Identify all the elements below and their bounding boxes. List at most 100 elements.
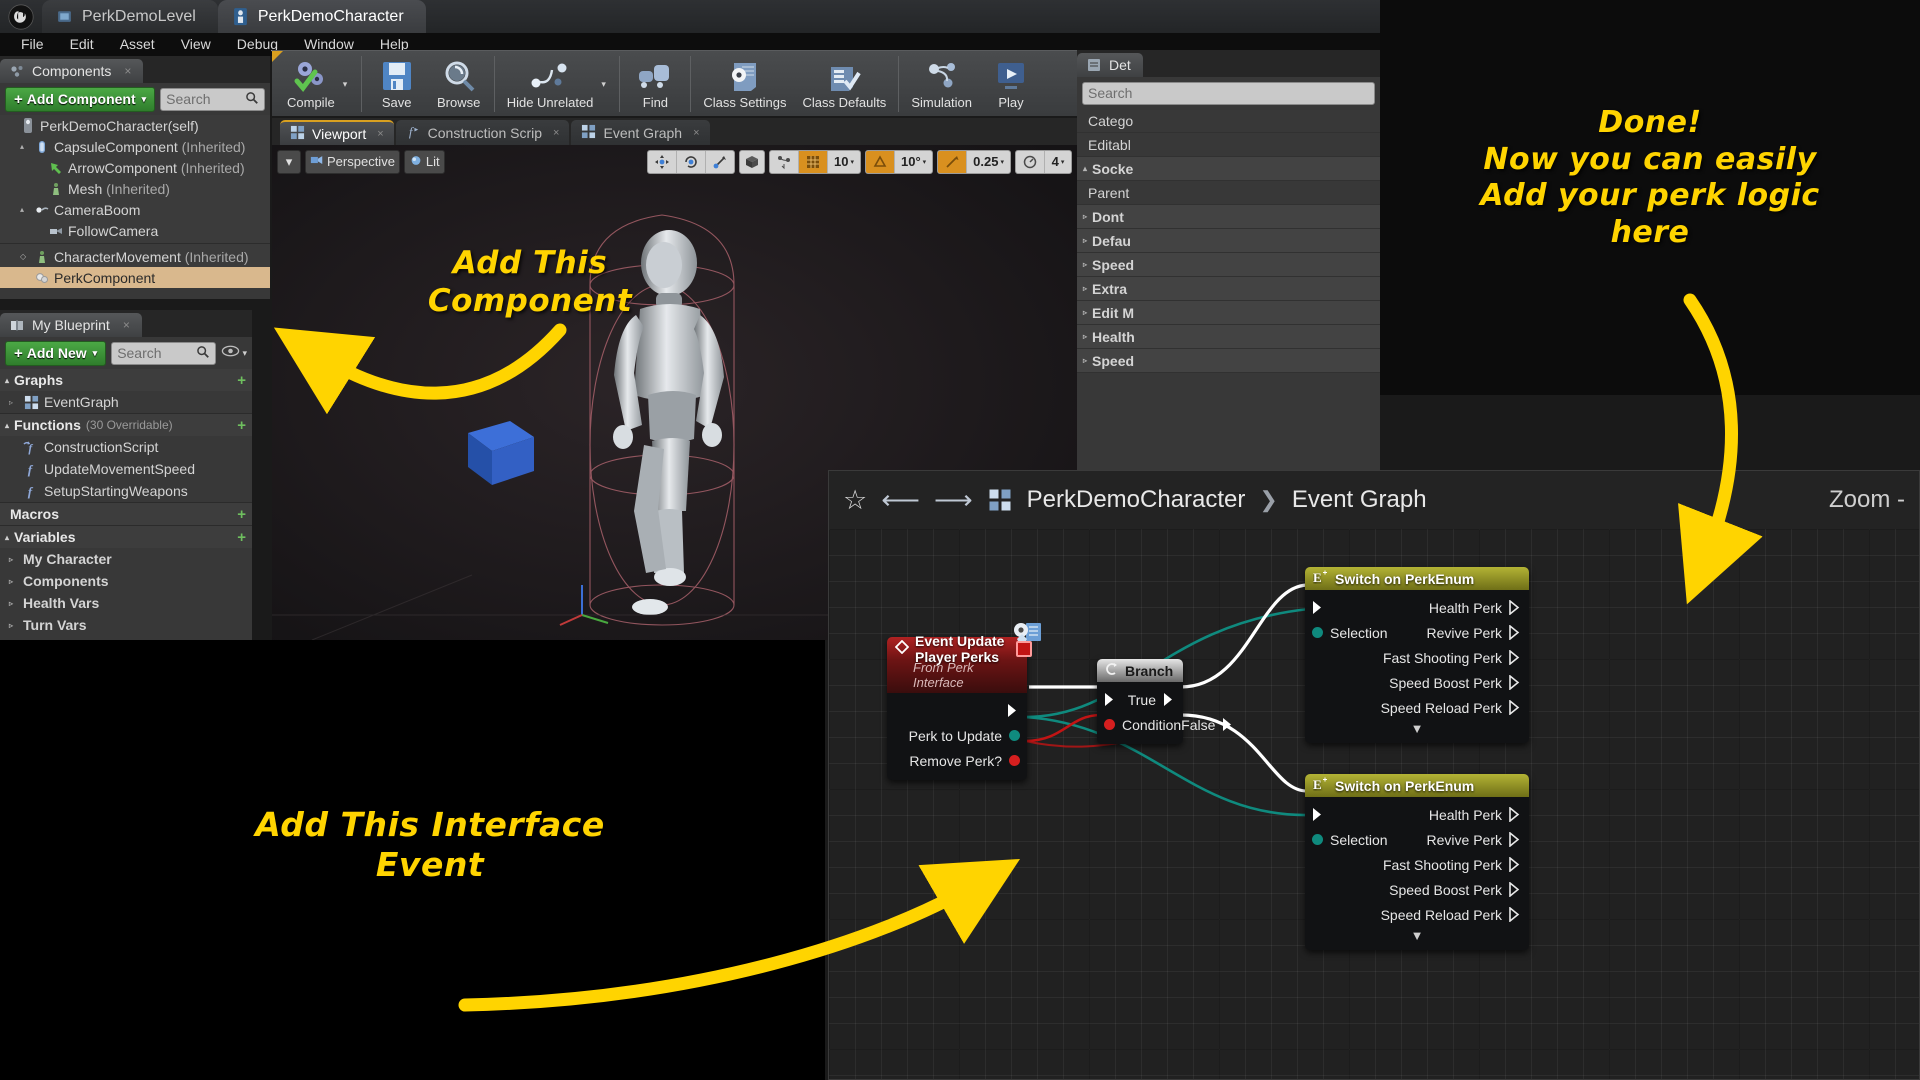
exec-pin-icon[interactable] (1509, 699, 1522, 716)
blueprint-list-item[interactable]: f SetupStartingWeapons (0, 480, 252, 502)
component-tree-item[interactable]: ▴ CapsuleComponent (Inherited) (0, 136, 270, 157)
expander-icon[interactable]: ▴ (1083, 164, 1087, 173)
close-icon[interactable]: × (693, 127, 699, 139)
node-pin-perk-to-update[interactable]: Perk to Update (887, 723, 1027, 748)
node-pin-exec-out[interactable] (887, 698, 1027, 723)
scale-snap-value[interactable]: 0.25 ▾ (967, 151, 1010, 173)
blueprint-list-item[interactable]: ▹ Components (0, 570, 252, 592)
component-tree-item[interactable]: ▴ CameraBoom (0, 199, 270, 220)
node-pin-row[interactable]: Health Perk (1305, 595, 1529, 620)
expander-icon[interactable]: ▹ (1083, 236, 1087, 245)
details-search-input[interactable]: Search (1082, 81, 1375, 105)
expander-icon[interactable]: ◇ (20, 252, 29, 261)
node-pin-row[interactable]: Health Perk (1305, 802, 1529, 827)
graph-canvas[interactable]: Event Update Player Perks From Perk Inte… (829, 529, 1919, 1079)
blueprint-section-add-button[interactable]: + (237, 529, 246, 546)
scale-snap-icon[interactable] (938, 150, 968, 173)
toolbar-button-browse[interactable]: Browse (428, 51, 490, 117)
toolbar-button-hide-unrelated[interactable]: Hide Unrelated (499, 51, 602, 117)
toolbar-button-class-defaults[interactable]: Class Defaults (795, 51, 895, 117)
node-branch[interactable]: Branch True Condition False (1097, 659, 1232, 744)
expander-icon[interactable]: ▴ (5, 376, 9, 385)
expander-icon[interactable]: ▹ (9, 577, 18, 586)
details-row[interactable]: ▹ Speed (1077, 349, 1380, 373)
blueprint-list-item[interactable]: f ConstructionScript (0, 436, 252, 458)
data-pin-icon[interactable] (1312, 627, 1323, 638)
expander-icon[interactable]: ▹ (1083, 212, 1087, 221)
menu-view[interactable]: View (168, 33, 224, 56)
details-row[interactable]: ▴ Socke (1077, 157, 1380, 181)
node-expander-icon[interactable]: ▼ (1305, 720, 1529, 736)
blueprint-section-add-button[interactable]: + (237, 417, 246, 434)
rotation-snap-value[interactable]: 10° ▾ (895, 151, 932, 173)
add-component-button[interactable]: + Add Component ▾ (5, 86, 156, 112)
menu-asset[interactable]: Asset (107, 33, 168, 56)
expander-icon[interactable]: ▴ (20, 205, 29, 214)
blueprint-visibility-toggle[interactable]: ▾ (221, 344, 247, 363)
world-coords-icon[interactable] (739, 149, 765, 174)
node-switch-on-perkenum-2[interactable]: E Switch on PerkEnum Health Perk Selectio… (1305, 774, 1529, 950)
back-arrow-icon[interactable]: ⟵ (881, 485, 920, 516)
rotation-snap-icon[interactable] (865, 150, 895, 173)
blueprint-search-input[interactable]: Search (111, 341, 217, 365)
blueprint-section-header[interactable]: ▴ Graphs + (0, 369, 252, 391)
node-switch-on-perkenum-1[interactable]: E Switch on PerkEnum Health Perk Selectio… (1305, 567, 1529, 743)
toolbar-button-save[interactable]: Save (366, 51, 428, 117)
toolbar-dropdown-caret[interactable]: ▾ (601, 51, 615, 117)
node-expander-icon[interactable]: ▼ (1305, 927, 1529, 943)
exec-pin-icon[interactable] (1312, 807, 1325, 822)
close-icon[interactable]: × (123, 318, 130, 332)
details-row[interactable]: Editabl (1077, 133, 1380, 157)
blueprint-list-item[interactable]: f UpdateMovementSpeed (0, 458, 252, 480)
blueprint-section-add-button[interactable]: + (237, 506, 246, 523)
exec-pin-icon[interactable] (1509, 674, 1522, 691)
expander-icon[interactable]: ▴ (5, 533, 9, 542)
blueprint-section-header[interactable]: Macros + (0, 503, 252, 525)
grid-snap-icon[interactable] (799, 150, 828, 173)
details-rows[interactable]: Catego Editabl ▴ Socke Parent ▹ Dont ▹ Defau ▹ Spe… (1077, 109, 1380, 373)
node-pin-row[interactable]: Speed Boost Perk (1305, 670, 1529, 695)
scale-icon[interactable] (706, 151, 734, 173)
expander-icon[interactable]: ▴ (20, 142, 29, 151)
close-icon[interactable]: × (377, 128, 383, 140)
node-pin-row[interactable]: Speed Boost Perk (1305, 877, 1529, 902)
exec-pin-icon[interactable] (1509, 831, 1522, 848)
blueprint-section-header[interactable]: ▴ Variables + (0, 526, 252, 548)
toolbar-button-class-settings[interactable]: Class Settings (695, 51, 794, 117)
viewport-lighting-mode-button[interactable]: Lit (403, 149, 445, 174)
expander-icon[interactable]: ▹ (9, 398, 18, 407)
expander-icon[interactable]: ▹ (1083, 356, 1087, 365)
node-pin-row[interactable]: Fast Shooting Perk (1305, 852, 1529, 877)
exec-pin-icon[interactable] (1312, 600, 1325, 615)
menu-file[interactable]: File (8, 33, 57, 56)
blueprint-section-add-button[interactable]: + (237, 372, 246, 389)
expander-icon[interactable]: ▹ (9, 555, 18, 564)
node-pin-row[interactable]: Selection Revive Perk (1305, 827, 1529, 852)
menu-edit[interactable]: Edit (57, 33, 107, 56)
details-row[interactable]: ▹ Extra (1077, 277, 1380, 301)
expander-icon[interactable]: ▹ (1083, 284, 1087, 293)
node-pin-branch-exec-in[interactable]: True (1097, 687, 1183, 712)
node-pin-condition[interactable]: Condition False (1097, 712, 1232, 737)
exec-pin-icon[interactable] (1509, 806, 1522, 823)
toolbar-button-compile[interactable]: Compile (279, 51, 343, 117)
window-tab-level[interactable]: PerkDemoLevel (42, 0, 218, 33)
blueprint-list-item[interactable]: ▹ My Character (0, 548, 252, 570)
expander-icon[interactable]: ▹ (9, 599, 18, 608)
details-row[interactable]: ▹ Defau (1077, 229, 1380, 253)
details-row[interactable]: ▹ Dont (1077, 205, 1380, 229)
toolbar-dropdown-caret[interactable]: ▾ (343, 51, 357, 117)
component-tree-item[interactable]: FollowCamera (0, 220, 270, 241)
expander-icon[interactable]: ▹ (9, 621, 18, 630)
component-tree-item[interactable]: Mesh (Inherited) (0, 178, 270, 199)
tab-construction-script[interactable]: f Construction Scrip × (395, 120, 570, 145)
component-tree-item[interactable]: PerkComponent (0, 267, 270, 288)
viewport-camera-mode-button[interactable]: Perspective (305, 149, 400, 174)
node-pin-row[interactable]: Fast Shooting Perk (1305, 645, 1529, 670)
exec-pin-icon[interactable] (1509, 649, 1522, 666)
tab-event-graph[interactable]: Event Graph × (571, 120, 710, 145)
exec-pin-icon[interactable] (1509, 856, 1522, 873)
blueprint-section-header[interactable]: ▴ Functions (30 Overridable) + (0, 414, 252, 436)
details-row[interactable]: ▹ Edit M (1077, 301, 1380, 325)
details-row[interactable]: Catego (1077, 109, 1380, 133)
